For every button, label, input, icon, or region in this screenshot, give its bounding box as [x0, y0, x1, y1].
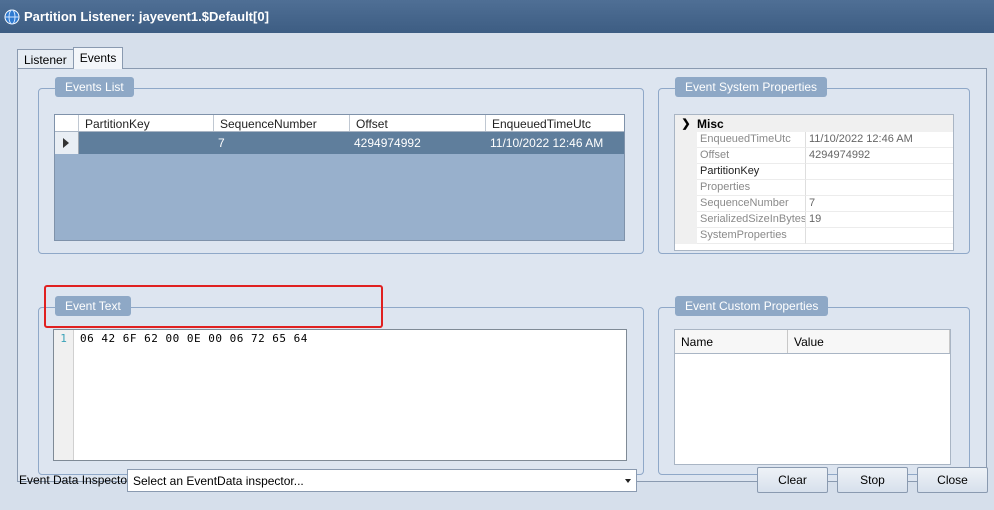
cell-partitionkey[interactable]: [79, 132, 214, 154]
property-name: EnqueuedTimeUtc: [697, 132, 806, 148]
category-misc[interactable]: ❯ Misc: [675, 115, 953, 132]
events-grid-header: PartitionKey SequenceNumber Offset Enque…: [55, 115, 624, 132]
property-value[interactable]: 4294974992: [806, 148, 953, 164]
property-name: SequenceNumber: [697, 196, 806, 212]
property-name: SystemProperties: [697, 228, 806, 244]
app-globe-icon: [4, 9, 20, 25]
event-text-content[interactable]: 06 42 6F 62 00 0E 00 06 72 65 64: [74, 330, 308, 460]
partition-listener-window: Partition Listener: jayevent1.$Default[0…: [0, 0, 994, 510]
property-row[interactable]: EnqueuedTimeUtc 11/10/2022 12:46 AM: [675, 132, 953, 148]
row-header-corner: [55, 115, 79, 131]
property-name: Properties: [697, 180, 806, 196]
events-tab-panel: Events List PartitionKey SequenceNumber …: [17, 68, 987, 482]
property-value[interactable]: 19: [806, 212, 953, 228]
property-value[interactable]: [806, 164, 953, 180]
property-row[interactable]: SystemProperties: [675, 228, 953, 244]
cell-offset[interactable]: 4294974992: [350, 132, 486, 154]
tab-listener[interactable]: Listener: [17, 49, 74, 69]
property-value[interactable]: [806, 180, 953, 196]
inspector-dropdown-value: Select an EventData inspector...: [133, 473, 304, 488]
events-list-title: Events List: [55, 77, 134, 97]
system-properties-group: Event System Properties ❯ Misc EnqueuedT…: [658, 77, 970, 254]
property-value[interactable]: 7: [806, 196, 953, 212]
events-list-group: Events List PartitionKey SequenceNumber …: [38, 77, 644, 254]
system-properties-grid[interactable]: ❯ Misc EnqueuedTimeUtc 11/10/2022 12:46 A…: [674, 114, 954, 251]
property-row[interactable]: SequenceNumber 7: [675, 196, 953, 212]
cell-enqueuedtimeutc[interactable]: 11/10/2022 12:46 AM: [486, 132, 624, 154]
property-row[interactable]: PartitionKey: [675, 164, 953, 180]
custom-properties-group: Event Custom Properties Name Value: [658, 296, 970, 475]
event-text-title: Event Text: [55, 296, 131, 316]
property-row[interactable]: SerializedSizeInBytes 19: [675, 212, 953, 228]
column-header-partitionkey[interactable]: PartitionKey: [79, 115, 214, 131]
system-properties-title: Event System Properties: [675, 77, 828, 97]
row-selector-arrow-icon[interactable]: [55, 132, 79, 154]
property-value[interactable]: [806, 228, 953, 244]
column-header-value[interactable]: Value: [788, 330, 950, 353]
column-header-name[interactable]: Name: [675, 330, 788, 353]
line-number: 1: [54, 330, 74, 460]
close-button[interactable]: Close: [917, 467, 988, 493]
client-area: Listener Events Events List PartitionKey…: [0, 33, 994, 510]
dropdown-arrow-icon[interactable]: [619, 470, 636, 491]
column-header-offset[interactable]: Offset: [350, 115, 486, 131]
category-label: Misc: [697, 116, 724, 131]
custom-properties-title: Event Custom Properties: [675, 296, 829, 316]
stop-button[interactable]: Stop: [837, 467, 908, 493]
inspector-dropdown[interactable]: Select an EventData inspector...: [127, 469, 637, 492]
event-text-editor[interactable]: 1 06 42 6F 62 00 0E 00 06 72 65 64: [53, 329, 627, 461]
property-value[interactable]: 11/10/2022 12:46 AM: [806, 132, 953, 148]
inspector-label: Event Data Inspector:: [19, 473, 135, 487]
event-text-group: Event Text 1 06 42 6F 62 00 0E 00 06 72 …: [38, 296, 644, 475]
property-name: PartitionKey: [697, 164, 806, 180]
tab-strip: Listener Events: [17, 47, 124, 69]
events-grid[interactable]: PartitionKey SequenceNumber Offset Enque…: [54, 114, 625, 241]
column-header-sequencenumber[interactable]: SequenceNumber: [214, 115, 350, 131]
title-bar[interactable]: Partition Listener: jayevent1.$Default[0…: [0, 0, 994, 33]
custom-properties-list[interactable]: Name Value: [674, 329, 951, 465]
table-row[interactable]: 7 4294974992 11/10/2022 12:46 AM: [55, 132, 624, 154]
chevron-down-icon[interactable]: ❯: [675, 117, 697, 130]
property-row[interactable]: Properties: [675, 180, 953, 196]
property-name: Offset: [697, 148, 806, 164]
custom-properties-header: Name Value: [675, 330, 950, 354]
clear-button[interactable]: Clear: [757, 467, 828, 493]
window-title: Partition Listener: jayevent1.$Default[0…: [24, 9, 269, 24]
tab-events[interactable]: Events: [72, 47, 124, 69]
property-name: SerializedSizeInBytes: [697, 212, 806, 228]
cell-sequencenumber[interactable]: 7: [214, 132, 350, 154]
column-header-enqueuedtimeutc[interactable]: EnqueuedTimeUtc: [486, 115, 624, 131]
property-row[interactable]: Offset 4294974992: [675, 148, 953, 164]
